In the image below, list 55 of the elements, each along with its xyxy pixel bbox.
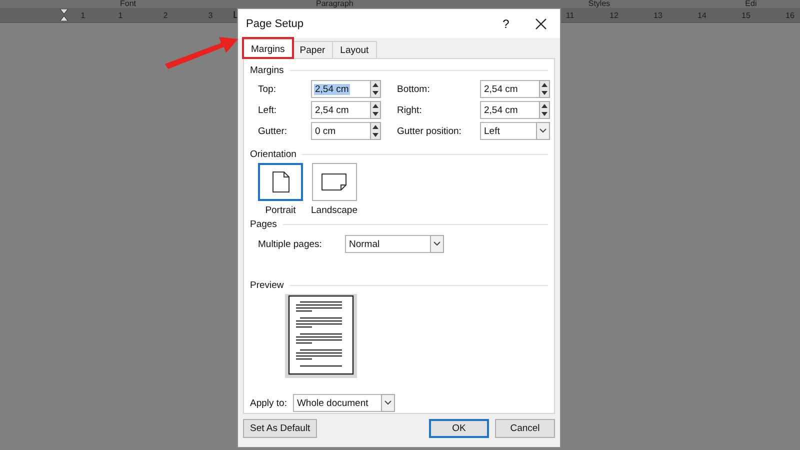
field-label: Apply to: <box>250 398 287 408</box>
orientation-button[interactable] <box>312 163 357 201</box>
ruler-number: 12 <box>608 10 620 20</box>
ruler-number: 16 <box>784 10 796 20</box>
window-title: Page Setup <box>246 18 304 30</box>
option-label: Portrait <box>265 205 296 216</box>
field-label: Gutter position: <box>397 126 462 136</box>
dialog-button[interactable]: OK <box>429 419 489 438</box>
field-label: Left: <box>258 104 278 116</box>
option-label: Landscape <box>311 205 358 216</box>
group-label: Styles <box>588 0 610 8</box>
field-label: Gutter: <box>258 126 288 136</box>
dropdown-field[interactable]: Whole document <box>292 394 395 412</box>
ruler-number: 11 <box>564 10 576 20</box>
close-icon <box>535 18 547 30</box>
spinner-arrows-icon <box>370 122 381 140</box>
spinner-arrows-icon <box>539 80 550 98</box>
field-label: Multiple pages: <box>258 238 323 250</box>
ruler-number: 1 <box>80 10 86 20</box>
dropdown-field[interactable]: Normal <box>345 235 444 253</box>
spin-field[interactable]: 2,54 cm <box>480 80 550 98</box>
section-heading: Margins <box>250 64 284 76</box>
spin-field[interactable]: 2,54 cm <box>311 80 381 98</box>
tab[interactable]: Margins <box>243 39 293 58</box>
spinner-arrows-icon <box>539 101 550 119</box>
dialog-button[interactable]: Set As Default <box>243 419 318 438</box>
field-label: Bottom: <box>397 84 431 94</box>
section-heading: Pages <box>250 218 277 230</box>
group-label: Font <box>120 0 136 8</box>
orientation-button[interactable] <box>258 163 303 201</box>
tab[interactable]: Layout <box>332 41 377 58</box>
ruler-number: 3 <box>207 10 214 20</box>
ruler-number: 13 <box>652 10 664 20</box>
ruler-number: 2 <box>162 10 169 20</box>
group-label: Edi <box>745 0 757 8</box>
help-button[interactable]: ? <box>492 16 520 30</box>
indent-marker-icon <box>60 9 68 21</box>
spin-field[interactable]: 0 cm <box>311 122 381 140</box>
spin-field[interactable]: 2,54 cm <box>480 101 550 119</box>
field-label: Top: <box>258 84 277 94</box>
section-heading: Preview <box>250 280 284 290</box>
section-heading: Orientation <box>250 148 296 160</box>
spinner-arrows-icon <box>370 80 381 98</box>
dialog-button[interactable]: Cancel <box>495 419 555 438</box>
spinner-arrows-icon <box>370 101 381 119</box>
ruler-number: 1 <box>117 10 124 20</box>
portrait-page-icon <box>272 171 290 193</box>
group-label: Paragraph <box>316 0 354 8</box>
spin-field[interactable]: 2,54 cm <box>311 101 381 119</box>
ruler-number: 15 <box>740 10 752 20</box>
tab[interactable]: Paper <box>292 41 334 58</box>
dropdown-field[interactable]: Left <box>480 122 550 140</box>
landscape-page-icon <box>321 173 348 191</box>
ruler-number: 14 <box>696 10 708 20</box>
field-label: Right: <box>397 104 423 116</box>
